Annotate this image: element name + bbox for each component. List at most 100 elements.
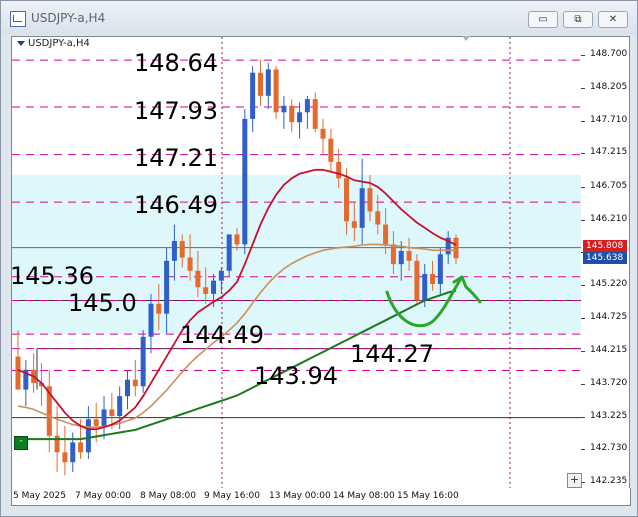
price-axis-tick-label: 148.700 — [590, 49, 628, 60]
title-bar[interactable]: USDJPY-a,H4 ▭ ⧉ ✕ — [1, 1, 637, 35]
candle-body — [15, 356, 21, 390]
current-bid-price-tag: 145.808 — [583, 240, 627, 252]
level-label: 144.49 — [180, 321, 264, 349]
candle-body — [164, 260, 170, 314]
time-axis-tick-label: 14 May 08:00 — [333, 491, 395, 501]
time-axis-tick-label: 9 May 16:00 — [204, 491, 260, 501]
dropdown-arrow-icon[interactable] — [17, 40, 25, 46]
price-axis-tick-label: 142.730 — [590, 443, 628, 454]
level-label: 143.94 — [254, 362, 338, 390]
candle-body — [140, 336, 146, 387]
level-label: 148.64 — [134, 49, 218, 77]
current-ask-price-tag: 145.638 — [583, 252, 627, 264]
zoom-plus-button[interactable]: + — [567, 473, 582, 488]
level-label: 145.36 — [10, 262, 94, 290]
candle-body — [125, 379, 130, 397]
level-label: 147.21 — [134, 144, 218, 172]
candle-body — [359, 188, 365, 228]
candle-body — [242, 118, 248, 245]
price-axis-tick-mark — [581, 87, 585, 89]
candle-body — [226, 234, 232, 271]
price-axis-tick-mark — [581, 219, 585, 221]
price-axis-tick-mark — [581, 284, 585, 286]
candle-body — [257, 72, 263, 96]
scroll-marker-icon[interactable] — [462, 36, 470, 41]
close-button[interactable]: ✕ — [598, 11, 628, 28]
candle-body — [211, 280, 217, 294]
candle-body — [281, 105, 287, 113]
candle-body — [398, 250, 404, 265]
candle-body — [453, 237, 459, 259]
candle-body — [336, 161, 342, 179]
symbol-label-text: USDJPY-a,H4 — [28, 38, 90, 49]
symbol-label: USDJPY-a,H4 — [17, 38, 90, 49]
candle-body — [179, 241, 185, 258]
candle-body — [132, 379, 138, 387]
price-axis-tick-label: 146.210 — [590, 213, 628, 224]
price-axis-tick-label: 147.710 — [590, 114, 628, 125]
candle-body — [85, 419, 91, 453]
candle-body — [297, 112, 303, 123]
candle-body — [250, 72, 256, 119]
candle-body — [117, 396, 123, 416]
price-axis-tick-mark — [581, 449, 585, 451]
candle-body — [430, 274, 436, 284]
price-axis-tick-label: 145.220 — [590, 278, 628, 289]
price-axis-tick-label: 148.205 — [590, 81, 628, 92]
candle-body — [234, 234, 240, 245]
minimize-button[interactable]: ▭ — [528, 11, 558, 28]
candle-body — [148, 303, 154, 337]
candle-body — [312, 99, 318, 129]
price-axis-tick-mark — [581, 186, 585, 188]
price-axis-tick-label: 144.725 — [590, 311, 628, 322]
restore-button[interactable]: ⧉ — [563, 11, 593, 28]
candle-body — [328, 138, 334, 162]
candle-body — [187, 257, 193, 271]
candle-body — [70, 442, 76, 463]
price-axis-tick-mark — [581, 55, 585, 57]
candle-body — [203, 287, 209, 294]
candle-body — [437, 254, 443, 284]
price-axis-tick-label: 147.215 — [590, 147, 628, 158]
chart-plot-area[interactable] — [11, 36, 583, 490]
indicator-toggle-button[interactable]: - — [14, 436, 28, 450]
price-axis-tick-label: 142.235 — [590, 476, 628, 486]
candle-body — [195, 270, 201, 288]
window-title: USDJPY-a,H4 — [31, 11, 106, 25]
candle-body — [171, 241, 177, 261]
time-axis-tick-label: 15 May 16:00 — [397, 491, 459, 501]
candlestick-chart — [12, 37, 582, 489]
price-axis-tick-mark — [581, 383, 585, 385]
candle-body — [93, 419, 99, 426]
candle-body — [109, 409, 115, 416]
price-axis-tick-label: 143.225 — [590, 410, 628, 421]
level-label: 145.0 — [68, 289, 137, 317]
candle-body — [101, 409, 107, 426]
candle-body — [156, 303, 162, 314]
price-axis-tick-label: 143.720 — [590, 377, 628, 388]
candle-body — [375, 211, 381, 225]
level-label: 144.27 — [350, 340, 434, 368]
price-axis-tick-label: 146.705 — [590, 180, 628, 191]
candle-body — [383, 224, 389, 245]
price-axis-tick-mark — [581, 351, 585, 353]
price-axis-tick-mark — [581, 120, 585, 122]
time-axis-tick-label: 5 May 2025 — [13, 491, 66, 501]
time-axis-tick-label: 8 May 08:00 — [140, 491, 196, 501]
candle-body — [62, 452, 68, 463]
level-label: 146.49 — [134, 191, 218, 219]
level-label: 147.93 — [134, 97, 218, 125]
candle-body — [265, 69, 271, 96]
chart-window-icon — [10, 11, 26, 27]
candle-body — [218, 270, 224, 281]
candle-body — [390, 244, 396, 265]
price-axis-tick-mark — [581, 317, 585, 319]
candle-body — [320, 128, 326, 139]
candle-body — [422, 274, 428, 301]
candle-body — [344, 178, 349, 222]
candle-body — [351, 221, 357, 228]
price-axis-tick-mark — [581, 153, 585, 155]
time-axis-tick-label: 7 May 00:00 — [75, 491, 131, 501]
candle-body — [289, 105, 295, 123]
time-axis-tick-label: 13 May 00:00 — [269, 491, 331, 501]
